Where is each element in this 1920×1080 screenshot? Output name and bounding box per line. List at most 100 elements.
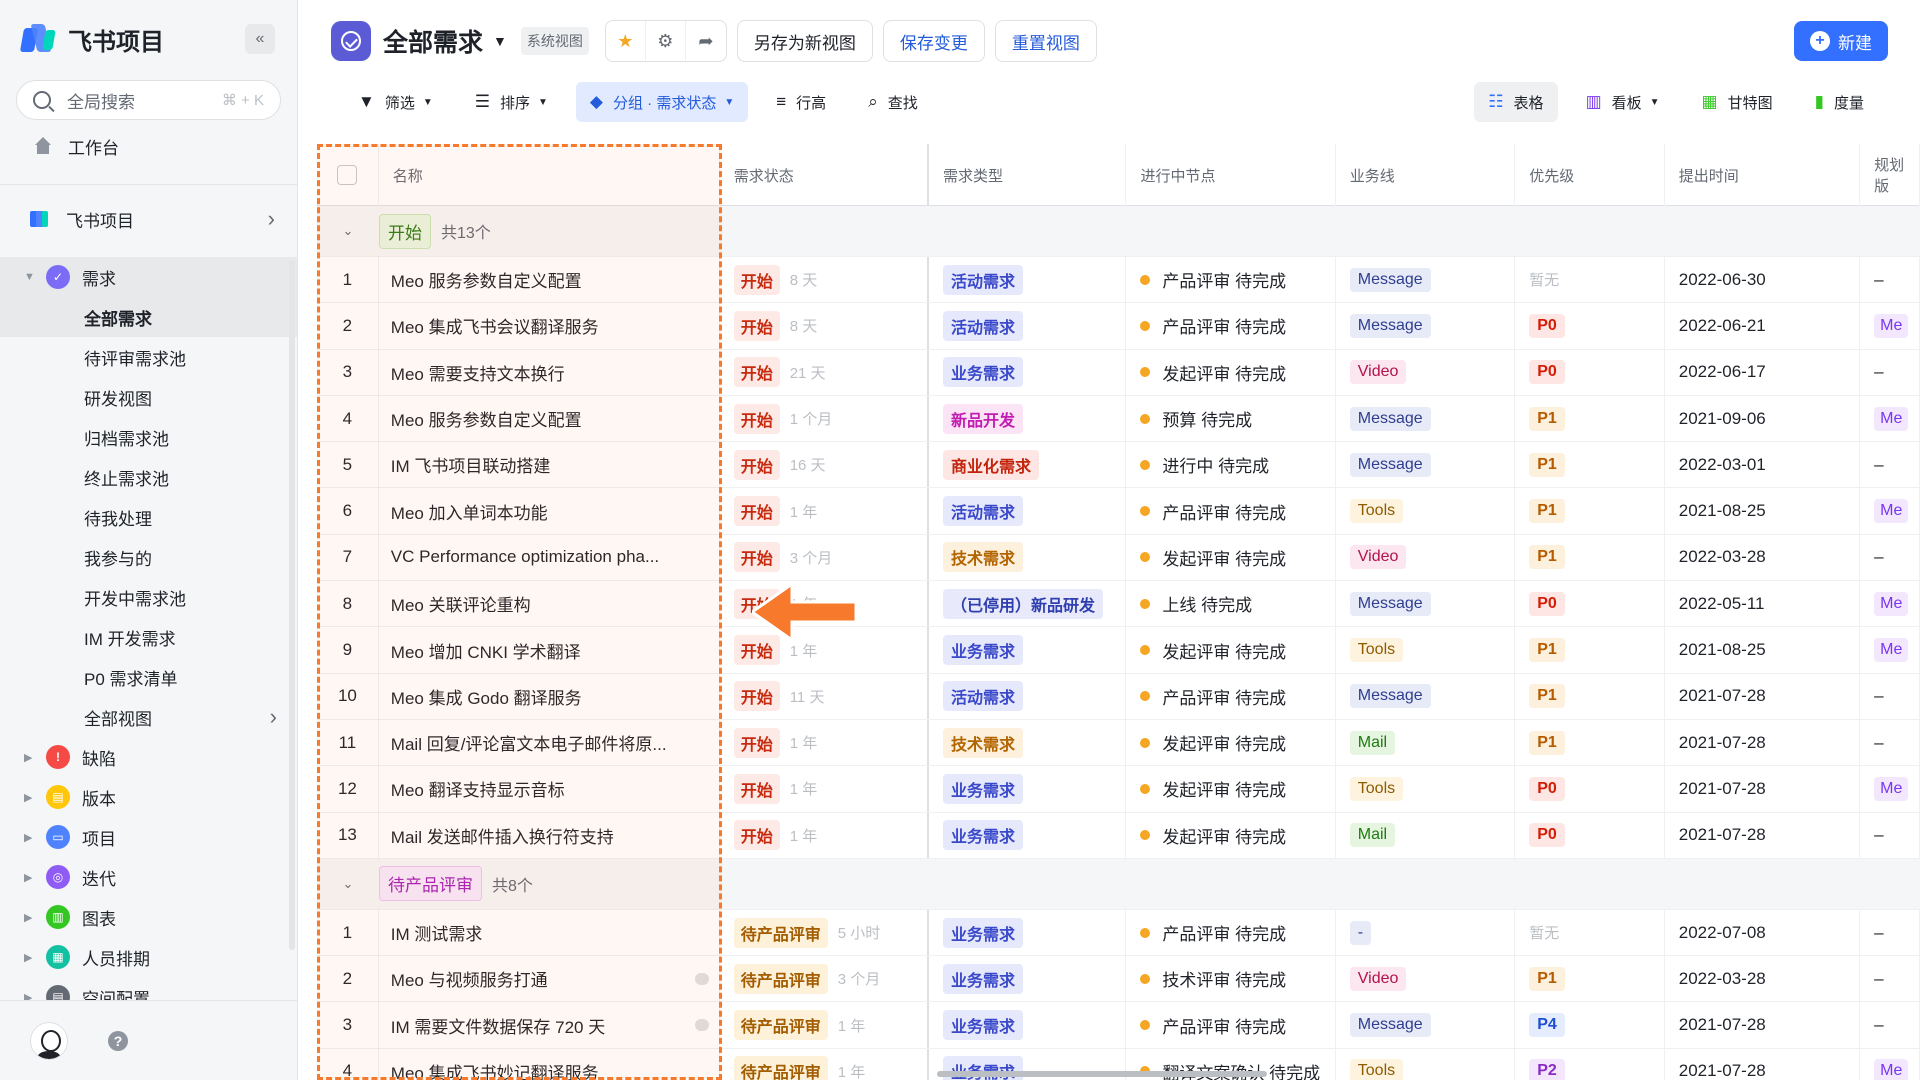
view-board-button[interactable]: ▥ 看板 ▼ (1572, 82, 1674, 122)
nav-child-item[interactable]: 研发视图 (0, 377, 297, 417)
type-cell[interactable]: 活动需求 (929, 673, 1127, 719)
nav-version[interactable]: ▶ ▤ 版本 (0, 777, 297, 817)
nav-folder[interactable]: ▶ ▭ 项目 (0, 817, 297, 857)
table-row[interactable]: 6 Meo 加入单词本功能 开始 1 年 活动需求 产品评审 待完成 Tools P1 2021… (317, 488, 1920, 535)
date-cell[interactable]: 2021-09-06 (1665, 395, 1861, 442)
nav-requirement[interactable]: ▼ ✓ 需求 (0, 257, 297, 297)
type-cell[interactable]: （已停用）新品研发 (929, 581, 1127, 627)
plan-cell[interactable]: Me (1860, 581, 1920, 627)
status-cell[interactable]: 开始 8 天 (720, 257, 930, 303)
biz-cell[interactable]: Message (1336, 395, 1516, 442)
node-cell[interactable]: 技术评审 待完成 (1126, 956, 1336, 1002)
priority-cell[interactable]: P1 (1515, 673, 1665, 719)
type-cell[interactable]: 商业化需求 (929, 442, 1127, 488)
nav-child-item[interactable]: 全部视图 › (0, 697, 297, 737)
requirement-name[interactable]: Meo 加入单词本功能 (391, 499, 548, 524)
status-cell[interactable]: 待产品评审 1 年 (720, 1002, 930, 1048)
nav-bug[interactable]: ▶! 缺陷 (0, 737, 297, 777)
biz-cell[interactable]: Message (1336, 442, 1516, 488)
plan-cell[interactable]: – (1860, 812, 1920, 858)
node-cell[interactable]: 发起评审 待完成 (1126, 534, 1336, 581)
sidebar-item-workbench[interactable]: 工作台 (0, 126, 297, 166)
view-table-button[interactable]: ☷ 表格 (1474, 82, 1558, 122)
header-status[interactable]: 需求状态 (720, 144, 930, 206)
share-icon[interactable]: ➦ (686, 21, 726, 61)
name-cell[interactable]: VC Performance optimization pha... (379, 534, 720, 581)
priority-cell[interactable]: P1 (1515, 719, 1665, 766)
name-cell[interactable]: Meo 集成飞书会议翻译服务 (379, 303, 720, 349)
requirement-name[interactable]: Mail 回复/评论富文本电子邮件将原... (391, 730, 667, 755)
status-cell[interactable]: 开始 1 年 (720, 766, 930, 812)
node-cell[interactable]: 产品评审 待完成 (1126, 673, 1336, 719)
name-cell[interactable]: Meo 关联评论重构 (379, 581, 720, 627)
plan-cell[interactable]: – (1860, 673, 1920, 719)
table-row[interactable]: 9 Meo 增加 CNKI 学术翻译 开始 1 年业务需求 发起评审 待完成 Tools P… (317, 627, 1920, 674)
priority-cell[interactable]: P0 (1515, 303, 1665, 349)
type-cell[interactable]: 新品开发 (929, 395, 1127, 442)
date-cell[interactable]: 2022-06-21 (1665, 303, 1861, 349)
table-row[interactable]: 12 Meo 翻译支持显示音标 开始 1 年 业务需求 发起评审 待完成 Tools P0 20… (317, 766, 1920, 813)
status-cell[interactable]: 开始 1 年 (720, 719, 930, 766)
date-cell[interactable]: 2022-03-01 (1665, 442, 1861, 488)
plan-cell[interactable]: – (1860, 909, 1920, 956)
table-row[interactable]: 2 Meo 集成飞书会议翻译服务 开始 8 天 活动需求 产品评审 待完成 Message P… (317, 303, 1920, 350)
sidebar-scrollbar[interactable] (289, 260, 295, 950)
date-cell[interactable]: 2021-07-28 (1665, 719, 1861, 766)
biz-cell[interactable]: Tools (1336, 627, 1516, 673)
type-cell[interactable]: 活动需求 (929, 303, 1127, 349)
date-cell[interactable]: 2022-06-30 (1665, 257, 1861, 303)
node-cell[interactable]: 发起评审 待完成 (1126, 627, 1336, 673)
name-cell[interactable]: IM 测试需求 (379, 909, 720, 956)
plan-cell[interactable]: – (1860, 442, 1920, 488)
priority-cell[interactable]: P1 (1515, 442, 1665, 488)
new-button[interactable]: + 新建 (1794, 21, 1888, 61)
star-icon[interactable]: ★ (606, 21, 646, 61)
priority-cell[interactable]: P2 (1515, 1048, 1665, 1080)
nav-child-item[interactable]: 全部需求 (0, 297, 297, 337)
nav-chart[interactable]: ▶ ▥ 图表 (0, 897, 297, 937)
date-cell[interactable]: 2021-07-28 (1665, 812, 1861, 858)
biz-cell[interactable]: Video (1336, 534, 1516, 581)
biz-cell[interactable]: Tools (1336, 488, 1516, 534)
status-cell[interactable]: 开始 3 个月 (720, 534, 930, 581)
table-row[interactable]: 11 Mail 回复/评论富文本电子邮件将原... 开始 1 年 技术需求 发起评审 待完… (317, 719, 1920, 767)
filter-button[interactable]: ▼ 筛选 ▼ (344, 82, 447, 122)
header-plan[interactable]: 规划版 (1860, 144, 1920, 206)
node-cell[interactable]: 发起评审 待完成 (1126, 766, 1336, 812)
page-title[interactable]: 全部需求 (383, 23, 483, 59)
table-row[interactable]: 4 Meo 服务参数自定义配置 开始 1 个月 新品开发 预算 待完成 Message P1 2… (317, 395, 1920, 443)
date-cell[interactable]: 2021-08-25 (1665, 488, 1861, 534)
table-row[interactable]: 13 Mail 发送邮件插入换行符支持 开始 1 年 业务需求 发起评审 待完成 Mail P… (317, 812, 1920, 859)
requirement-name[interactable]: Meo 集成 Godo 翻译服务 (391, 684, 582, 709)
table-row[interactable]: 1 Meo 服务参数自定义配置 开始 8 天 活动需求 产品评审 待完成 Message 暂无… (317, 257, 1920, 304)
table-row[interactable]: 5 IM 飞书项目联动搭建 开始 16 天 商业化需求 进行中 待完成 Message P1 2… (317, 442, 1920, 489)
plan-cell[interactable]: – (1860, 956, 1920, 1002)
node-cell[interactable]: 产品评审 待完成 (1126, 1002, 1336, 1048)
node-cell[interactable]: 发起评审 待完成 (1126, 812, 1336, 858)
biz-cell[interactable]: Tools (1336, 766, 1516, 812)
biz-cell[interactable]: Tools (1336, 1048, 1516, 1080)
name-cell[interactable]: Meo 翻译支持显示音标 (379, 766, 720, 812)
priority-cell[interactable]: P1 (1515, 395, 1665, 442)
priority-cell[interactable]: 暂无 (1515, 257, 1665, 303)
plan-cell[interactable]: Me (1860, 627, 1920, 673)
priority-cell[interactable]: P1 (1515, 627, 1665, 673)
plan-cell[interactable]: – (1860, 719, 1920, 766)
date-cell[interactable]: 2021-08-25 (1665, 627, 1861, 673)
type-cell[interactable]: 业务需求 (929, 627, 1127, 673)
nav-child-item[interactable]: P0 需求清单 (0, 657, 297, 697)
table-row[interactable]: 2 Meo 与视频服务打通 待产品评审 3 个月 业务需求 技术评审 待完成 Video P1… (317, 956, 1920, 1003)
status-cell[interactable]: 开始 1 年 (720, 812, 930, 858)
header-node[interactable]: 进行中节点 (1126, 144, 1336, 206)
horizontal-scrollbar[interactable] (937, 1071, 1267, 1077)
nav-iteration[interactable]: ▶ ◎ 迭代 (0, 857, 297, 897)
type-cell[interactable]: 活动需求 (929, 257, 1127, 303)
header-biz[interactable]: 业务线 (1336, 144, 1516, 206)
view-gantt-button[interactable]: ▦ 甘特图 (1688, 82, 1787, 122)
priority-cell[interactable]: 暂无 (1515, 909, 1665, 956)
type-cell[interactable]: 业务需求 (929, 956, 1127, 1002)
priority-cell[interactable]: P0 (1515, 581, 1665, 627)
header-type[interactable]: 需求类型 (929, 144, 1127, 206)
type-cell[interactable]: 活动需求 (929, 488, 1127, 534)
node-cell[interactable]: 发起评审 待完成 (1126, 349, 1336, 395)
